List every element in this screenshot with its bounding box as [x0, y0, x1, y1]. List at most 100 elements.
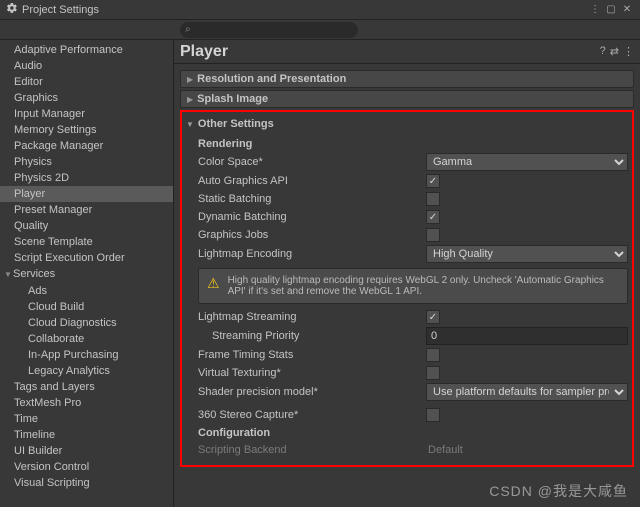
sidebar-item-adaptive-performance[interactable]: Adaptive Performance: [0, 42, 173, 58]
sidebar-item-label: Player: [14, 188, 45, 200]
color-space-dropdown[interactable]: Gamma: [426, 153, 628, 171]
stereo-capture-label: 360 Stereo Capture*: [198, 409, 426, 421]
sidebar-item-label: Memory Settings: [14, 124, 97, 136]
sidebar-item-services[interactable]: ▼Services: [0, 266, 173, 283]
sidebar-item-label: Time: [14, 413, 38, 425]
help-icon[interactable]: ?: [600, 45, 606, 58]
sidebar-item-label: Services: [13, 268, 55, 280]
sidebar-item-label: TextMesh Pro: [14, 397, 81, 409]
dynamic-batching-checkbox[interactable]: ✓: [426, 210, 440, 224]
configuration-heading: Configuration: [186, 423, 628, 441]
page-title: Player: [180, 43, 600, 61]
sidebar-item-ui-builder[interactable]: UI Builder: [0, 443, 173, 459]
sidebar-item-timeline[interactable]: Timeline: [0, 427, 173, 443]
warning-icon: ⚠: [207, 275, 220, 297]
content-panel: Player ? ⇄ ⋮ ▶ Resolution and Presentati…: [174, 40, 640, 507]
sidebar-item-label: Cloud Diagnostics: [28, 317, 117, 329]
sidebar-item-label: UI Builder: [14, 445, 62, 457]
sidebar-item-label: Input Manager: [14, 108, 85, 120]
sidebar-item-memory-settings[interactable]: Memory Settings: [0, 122, 173, 138]
content-scroll[interactable]: ▶ Resolution and Presentation ▶ Splash I…: [174, 64, 640, 507]
sidebar-item-version-control[interactable]: Version Control: [0, 459, 173, 475]
sidebar-item-label: In-App Purchasing: [28, 349, 119, 361]
auto-graphics-checkbox[interactable]: ✓: [426, 174, 440, 188]
sidebar-item-label: Package Manager: [14, 140, 103, 152]
sidebar-item-label: Version Control: [14, 461, 89, 473]
virtual-texturing-label: Virtual Texturing*: [198, 367, 426, 379]
sidebar-item-label: Ads: [28, 285, 47, 297]
sidebar-item-input-manager[interactable]: Input Manager: [0, 106, 173, 122]
window-titlebar: Project Settings ⋮ ▢ ✕: [0, 0, 640, 20]
chevron-right-icon: ▶: [187, 75, 193, 84]
streaming-priority-label: Streaming Priority: [198, 330, 426, 342]
sidebar-item-in-app-purchasing[interactable]: In-App Purchasing: [0, 347, 173, 363]
window-title: Project Settings: [22, 4, 588, 16]
stereo-capture-checkbox[interactable]: [426, 408, 440, 422]
sidebar-item-label: Preset Manager: [14, 204, 92, 216]
sidebar-item-label: Adaptive Performance: [14, 44, 123, 56]
sidebar-item-cloud-diagnostics[interactable]: Cloud Diagnostics: [0, 315, 173, 331]
gear-icon: [6, 2, 18, 17]
menu-icon[interactable]: ⋮: [588, 3, 602, 17]
graphics-jobs-checkbox[interactable]: [426, 228, 440, 242]
sidebar-item-tags-and-layers[interactable]: Tags and Layers: [0, 379, 173, 395]
sidebar-item-player[interactable]: Player: [0, 186, 173, 202]
sidebar-item-script-execution-order[interactable]: Script Execution Order: [0, 250, 173, 266]
chevron-right-icon: ▶: [187, 95, 193, 104]
maximize-icon[interactable]: ▢: [604, 3, 618, 17]
sidebar-item-time[interactable]: Time: [0, 411, 173, 427]
sidebar-item-audio[interactable]: Audio: [0, 58, 173, 74]
section-other[interactable]: ▼ Other Settings: [186, 116, 628, 132]
static-batching-checkbox[interactable]: [426, 192, 440, 206]
settings-sidebar[interactable]: Adaptive Performance Audio Editor Graphics I…: [0, 40, 174, 507]
close-icon[interactable]: ✕: [620, 3, 634, 17]
static-batching-label: Static Batching: [198, 193, 426, 205]
lightmap-streaming-label: Lightmap Streaming: [198, 311, 426, 323]
more-icon[interactable]: ⋮: [623, 45, 634, 58]
lightmap-encoding-dropdown[interactable]: High Quality: [426, 245, 628, 263]
virtual-texturing-checkbox[interactable]: [426, 366, 440, 380]
sidebar-item-physics-2d[interactable]: Physics 2D: [0, 170, 173, 186]
sidebar-item-visual-scripting[interactable]: Visual Scripting: [0, 475, 173, 491]
rendering-heading: Rendering: [186, 134, 628, 152]
sidebar-item-label: Audio: [14, 60, 42, 72]
graphics-jobs-label: Graphics Jobs: [198, 229, 426, 241]
sidebar-item-preset-manager[interactable]: Preset Manager: [0, 202, 173, 218]
sidebar-item-physics[interactable]: Physics: [0, 154, 173, 170]
sidebar-item-label: Collaborate: [28, 333, 84, 345]
sidebar-item-graphics[interactable]: Graphics: [0, 90, 173, 106]
scripting-backend-value: Default: [426, 444, 463, 456]
section-splash[interactable]: ▶ Splash Image: [180, 90, 634, 108]
shader-precision-label: Shader precision model*: [198, 386, 426, 398]
sidebar-item-label: Tags and Layers: [14, 381, 95, 393]
sidebar-item-cloud-build[interactable]: Cloud Build: [0, 299, 173, 315]
search-icon: ⌕: [185, 24, 191, 35]
sidebar-item-editor[interactable]: Editor: [0, 74, 173, 90]
sidebar-item-label: Timeline: [14, 429, 55, 441]
sidebar-item-legacy-analytics[interactable]: Legacy Analytics: [0, 363, 173, 379]
chevron-down-icon: ▼: [186, 120, 194, 129]
frame-timing-checkbox[interactable]: [426, 348, 440, 362]
lightmap-streaming-checkbox[interactable]: ✓: [426, 310, 440, 324]
sidebar-item-label: Editor: [14, 76, 43, 88]
sidebar-item-label: Legacy Analytics: [28, 365, 110, 377]
sidebar-item-package-manager[interactable]: Package Manager: [0, 138, 173, 154]
shader-precision-dropdown[interactable]: Use platform defaults for sampler precis…: [426, 383, 628, 401]
highlight-box: ▼ Other Settings Rendering Color Space*G…: [180, 110, 634, 467]
preset-icon[interactable]: ⇄: [610, 45, 619, 58]
streaming-priority-input[interactable]: [426, 327, 628, 345]
sidebar-item-scene-template[interactable]: Scene Template: [0, 234, 173, 250]
chevron-down-icon: ▼: [4, 268, 13, 282]
sidebar-item-ads[interactable]: Ads: [0, 283, 173, 299]
content-header: Player ? ⇄ ⋮: [174, 40, 640, 64]
sidebar-item-textmesh-pro[interactable]: TextMesh Pro: [0, 395, 173, 411]
auto-graphics-label: Auto Graphics API: [198, 175, 426, 187]
sidebar-item-label: Quality: [14, 220, 48, 232]
section-resolution[interactable]: ▶ Resolution and Presentation: [180, 70, 634, 88]
dynamic-batching-label: Dynamic Batching: [198, 211, 426, 223]
sidebar-item-quality[interactable]: Quality: [0, 218, 173, 234]
sidebar-item-collaborate[interactable]: Collaborate: [0, 331, 173, 347]
warning-box: ⚠ High quality lightmap encoding require…: [198, 268, 628, 304]
scripting-backend-label: Scripting Backend: [198, 444, 426, 456]
search-input[interactable]: [180, 22, 358, 38]
